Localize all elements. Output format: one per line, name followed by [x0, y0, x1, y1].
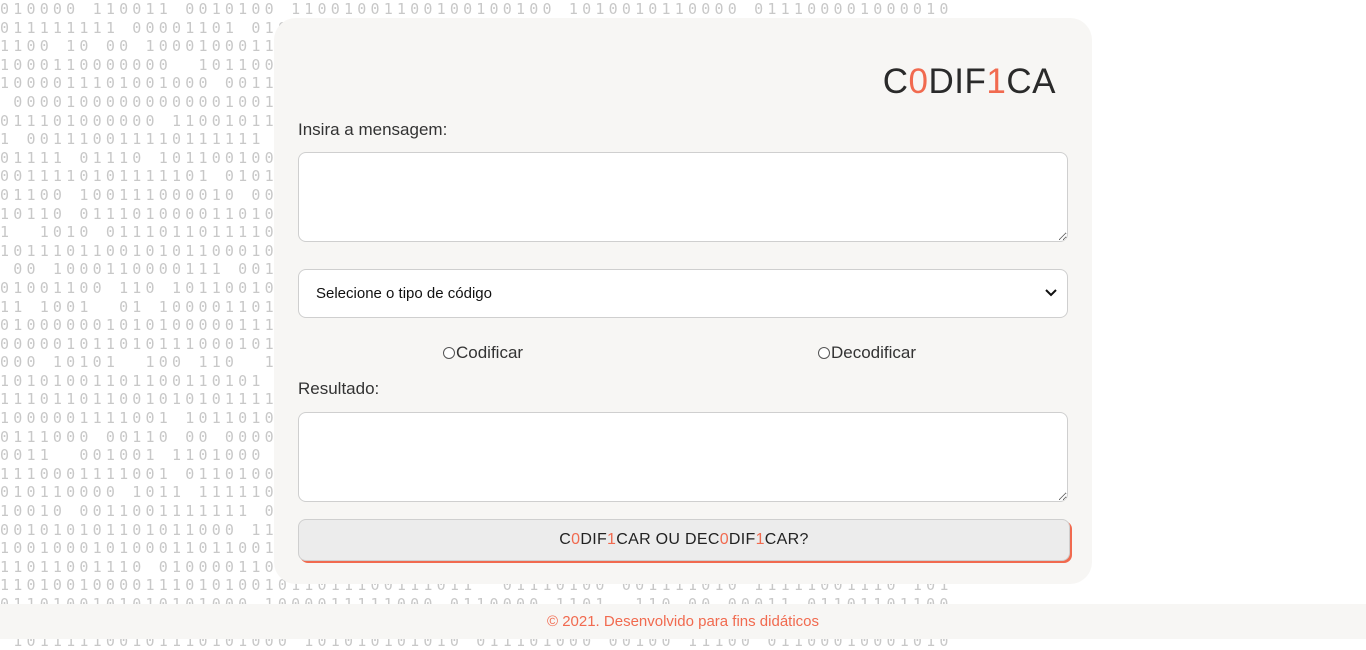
code-type-selected-value: Selecione o tipo de código — [316, 285, 492, 302]
footer: © 2021. Desenvolvido para fins didáticos — [0, 604, 1366, 639]
radio-decode-label: Decodificar — [831, 343, 917, 362]
radio-encode-circle[interactable] — [443, 347, 455, 359]
code-type-select[interactable]: Selecione o tipo de código — [298, 269, 1068, 318]
footer-text: © 2021. Desenvolvido para fins didáticos — [546, 613, 820, 630]
result-output[interactable] — [298, 412, 1068, 502]
radio-encode-label: Codificar — [456, 343, 524, 362]
radio-decode[interactable]: Decodificar — [818, 343, 916, 363]
result-label: Resultado: — [298, 379, 380, 398]
message-input[interactable] — [298, 152, 1068, 242]
main-card: C0DIF1CA Insira a mensagem: Selecione o … — [274, 18, 1092, 584]
radio-decode-circle[interactable] — [818, 347, 830, 359]
chevron-down-icon — [1045, 288, 1057, 300]
logo: C0DIF1CA — [882, 62, 1056, 101]
message-label: Insira a mensagem: — [298, 120, 448, 139]
encode-decode-button[interactable]: C 0 DIF 1 CAR OU DEC 0 DIF 1 CAR? — [298, 519, 1070, 561]
radio-encode[interactable]: Codificar — [443, 343, 523, 363]
